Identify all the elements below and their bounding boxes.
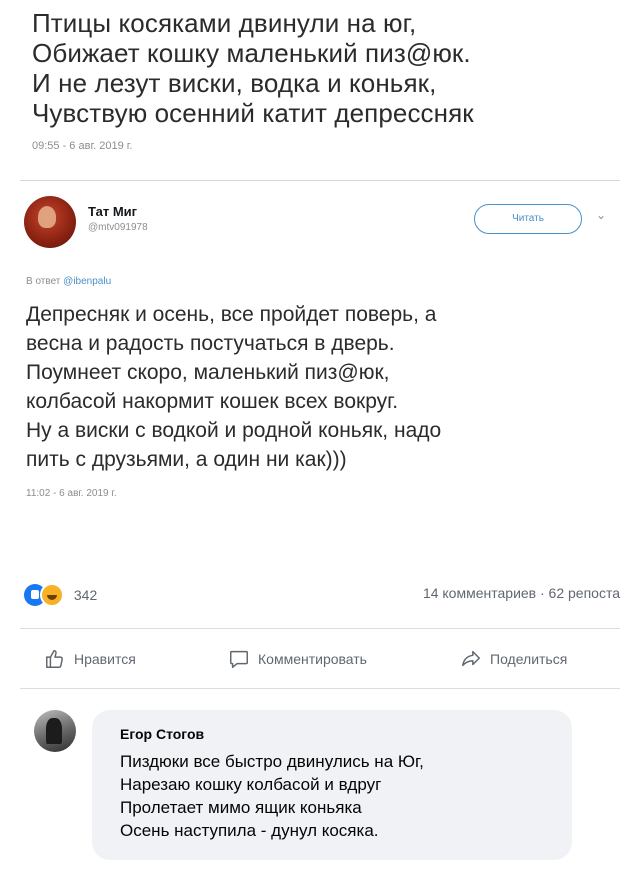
comment-button[interactable]: Комментировать <box>228 648 367 670</box>
reactions-summary[interactable]: 342 <box>24 583 97 607</box>
comment-line: Осень наступила - дунул косяка. <box>120 821 379 840</box>
tweet-line: Птицы косяками двинули на юг, <box>32 8 417 38</box>
comment-bubble: Егор Стогов Пиздюки все быстро двинулись… <box>92 710 572 860</box>
follow-button[interactable]: Читать <box>474 204 582 234</box>
comment-line: Пиздюки все быстро двинулись на Юг, <box>120 752 424 771</box>
reply-to-label: В ответ @ibenpalu <box>26 276 111 287</box>
comment-text: Пиздюки все быстро двинулись на Юг, Наре… <box>120 750 424 842</box>
action-bar: Нравится Комментировать Поделиться <box>0 640 640 680</box>
comment-line: Пролетает мимо ящик коньяка <box>120 798 362 817</box>
reply-line: колбасой накормит кошек всех вокруг. <box>26 390 399 413</box>
author-name[interactable]: Тат Миг <box>88 204 137 219</box>
tweet-line: Обижает кошку маленький пиз@юк. <box>32 38 471 68</box>
user-avatar-icon[interactable] <box>24 196 76 248</box>
divider <box>20 688 620 689</box>
reactions-count: 342 <box>73 587 98 603</box>
reply-line: пить с друзьями, а один ни как))) <box>26 448 347 471</box>
tweet-line: Чувствую осенний катит депрессняк <box>32 98 474 128</box>
divider <box>20 628 620 629</box>
reply-prefix: В ответ <box>26 276 61 287</box>
post-stats: 342 14 комментариев · 62 репоста <box>24 580 620 610</box>
reply-author-header: Тат Миг @mtv091978 Читать ⌄ <box>24 196 624 256</box>
reply-line: Ну а виски с водкой и родной коньяк, над… <box>26 419 442 442</box>
comment-bubble-icon <box>230 650 248 668</box>
chevron-down-icon[interactable]: ⌄ <box>596 208 606 222</box>
original-tweet: Птицы косяками двинули на юг, Обижает ко… <box>32 8 612 152</box>
comment-line: Нарезаю кошку колбасой и вдруг <box>120 775 382 794</box>
like-label: Нравится <box>74 651 136 667</box>
reply-date: 11:02 - 6 авг. 2019 г. <box>26 488 117 499</box>
reply-tweet: Депресняк и осень, все пройдет поверь, а… <box>26 300 616 499</box>
like-button[interactable]: Нравится <box>44 648 136 670</box>
commenter-avatar-icon[interactable] <box>34 710 76 752</box>
thumbs-up-icon <box>46 650 63 668</box>
reply-mention-link[interactable]: @ibenpalu <box>63 276 111 287</box>
divider <box>20 180 620 181</box>
comment-author[interactable]: Егор Стогов <box>120 726 204 742</box>
share-arrow-icon <box>462 650 480 667</box>
haha-reaction-icon <box>40 583 64 607</box>
reply-line: весна и радость постучаться в дверь. <box>26 332 395 355</box>
tweet-date: 09:55 - 6 авг. 2019 г. <box>32 140 133 152</box>
share-button[interactable]: Поделиться <box>460 648 567 670</box>
reply-line: Депресняк и осень, все пройдет поверь, а <box>26 303 437 326</box>
comments-shares-count[interactable]: 14 комментариев · 62 репоста <box>423 585 620 601</box>
reply-line: Поумнеет скоро, маленький пиз@юк, <box>26 361 390 384</box>
author-handle[interactable]: @mtv091978 <box>88 222 148 233</box>
share-label: Поделиться <box>490 651 568 667</box>
comment-label: Комментировать <box>258 651 367 667</box>
tweet-line: И не лезут виски, водка и коньяк, <box>32 68 437 98</box>
